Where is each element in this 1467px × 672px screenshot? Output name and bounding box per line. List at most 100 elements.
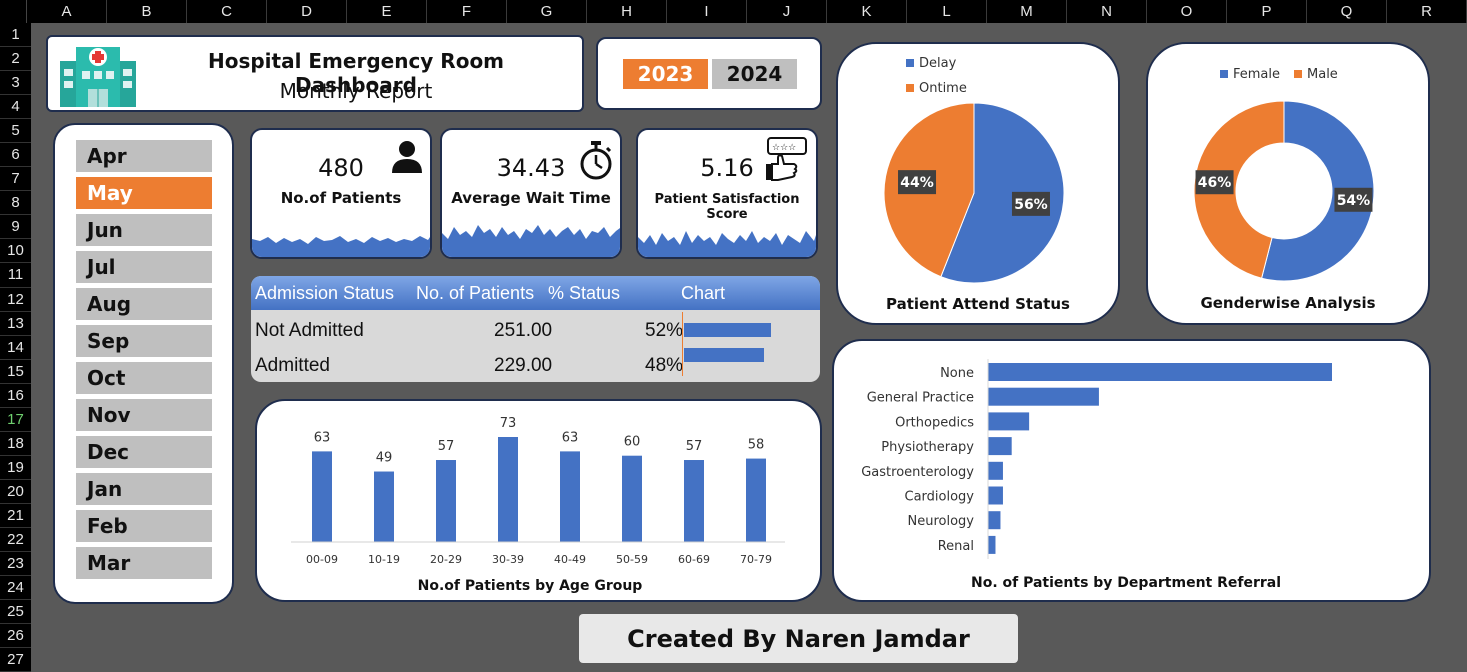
age-bar xyxy=(684,460,704,542)
month-button-dec[interactable]: Dec xyxy=(76,436,212,468)
age-bar xyxy=(436,460,456,542)
year-button-inactive[interactable]: 2024 xyxy=(712,59,797,89)
row-header-bar: 1 2 3 4 5 6 7 8 9 10 11 12 13 14 15 16 17 18 19 20 21 22 23 24 2… xyxy=(0,23,31,672)
column-header-i[interactable]: I xyxy=(667,0,747,23)
month-button-jun[interactable]: Jun xyxy=(76,214,212,246)
month-button-jul[interactable]: Jul xyxy=(76,251,212,283)
row-header-14[interactable]: 14 xyxy=(0,336,31,360)
row-header-20[interactable]: 20 xyxy=(0,480,31,504)
legend-swatch xyxy=(906,84,914,92)
attend-status-card: Delay Ontime 56% 44% Patient Attend Statu… xyxy=(836,42,1120,325)
column-header-n[interactable]: N xyxy=(1067,0,1147,23)
kpi-satisfaction-card: 5.16 Patient Satisfaction Score ☆☆☆ xyxy=(636,128,818,259)
column-header-o[interactable]: O xyxy=(1147,0,1227,23)
column-header-c[interactable]: C xyxy=(187,0,267,23)
row-header-7[interactable]: 7 xyxy=(0,167,31,192)
column-header-f[interactable]: F xyxy=(427,0,507,23)
row-header-6[interactable]: 6 xyxy=(0,143,31,168)
row-header-12[interactable]: 12 xyxy=(0,288,31,312)
row-header-11[interactable]: 11 xyxy=(0,263,31,288)
admission-table-header: Admission Status No. of Patients % Statu… xyxy=(251,276,820,310)
month-button-sep[interactable]: Sep xyxy=(76,325,212,357)
column-header-g[interactable]: G xyxy=(507,0,587,23)
year-slicer: 2023 2024 xyxy=(596,37,822,110)
row-header-16[interactable]: 16 xyxy=(0,384,31,408)
row-header-2[interactable]: 2 xyxy=(0,47,31,72)
age-category-label: 50-59 xyxy=(616,553,648,566)
row-header-13[interactable]: 13 xyxy=(0,312,31,336)
rating-hand-icon: ☆☆☆ xyxy=(766,137,807,181)
column-header-h[interactable]: H xyxy=(587,0,667,23)
chart-axis-line xyxy=(682,312,683,376)
kpi-satisfaction-sparkline xyxy=(638,231,816,257)
row-header-24[interactable]: 24 xyxy=(0,576,31,601)
dept-category-label: None xyxy=(940,366,974,381)
legend-swatch xyxy=(1294,70,1303,78)
column-header-d[interactable]: D xyxy=(267,0,347,23)
gender-chart-title: Genderwise Analysis xyxy=(1200,294,1376,312)
select-all-corner[interactable] xyxy=(0,0,27,23)
month-button-oct[interactable]: Oct xyxy=(76,362,212,394)
column-header-r[interactable]: R xyxy=(1387,0,1467,23)
row-header-18[interactable]: 18 xyxy=(0,432,31,456)
age-bar-value: 73 xyxy=(500,416,517,431)
age-bar-value: 58 xyxy=(748,438,765,453)
month-button-feb[interactable]: Feb xyxy=(76,510,212,542)
column-header-l[interactable]: L xyxy=(907,0,987,23)
column-header-e[interactable]: E xyxy=(347,0,427,23)
dept-bar xyxy=(988,437,1012,456)
age-bar-value: 60 xyxy=(624,435,641,450)
column-header-a[interactable]: A xyxy=(27,0,107,23)
row-header-3[interactable]: 3 xyxy=(0,71,31,96)
month-button-jan[interactable]: Jan xyxy=(76,473,212,505)
row-header-8[interactable]: 8 xyxy=(0,191,31,216)
column-header-p[interactable]: P xyxy=(1227,0,1307,23)
column-header-m[interactable]: M xyxy=(987,0,1067,23)
row-status: Admitted xyxy=(255,355,330,376)
month-button-may[interactable]: May xyxy=(76,177,212,209)
age-bar-value: 63 xyxy=(314,430,331,445)
pie-label: 56% xyxy=(1014,197,1048,213)
legend-item: Male xyxy=(1294,67,1338,82)
dept-bar xyxy=(988,461,1003,480)
row-header-23[interactable]: 23 xyxy=(0,552,31,577)
row-header-27[interactable]: 27 xyxy=(0,648,31,672)
column-header-bar: ABCDEFGHIJKLMNOPQR xyxy=(0,0,1467,23)
kpi-patients-card: 480 No.of Patients xyxy=(250,128,432,259)
legend-label: Ontime xyxy=(919,81,967,96)
row-header-21[interactable]: 21 xyxy=(0,504,31,528)
row-pct: 52% xyxy=(645,320,684,341)
department-referral-bar-chart: None General Practice Orthopedics Physiothe… xyxy=(861,359,1332,591)
month-button-mar[interactable]: Mar xyxy=(76,547,212,579)
month-button-nov[interactable]: Nov xyxy=(76,399,212,431)
age-group-card: 63 00-09 49 10-19 57 20-29 73 30-39 63 40-49 60 50-… xyxy=(255,399,822,602)
row-header-10[interactable]: 10 xyxy=(0,239,31,264)
row-header-17[interactable]: 17 xyxy=(0,408,31,432)
row-header-5[interactable]: 5 xyxy=(0,119,31,144)
age-group-bar-chart: 63 00-09 49 10-19 57 20-29 73 30-39 63 40-49 60 50-… xyxy=(291,416,785,594)
year-button-active[interactable]: 2023 xyxy=(623,59,708,89)
column-header-j[interactable]: J xyxy=(747,0,827,23)
column-header-q[interactable]: Q xyxy=(1307,0,1387,23)
person-icon xyxy=(392,141,422,173)
column-header-b[interactable]: B xyxy=(107,0,187,23)
row-header-4[interactable]: 4 xyxy=(0,95,31,120)
row-header-1[interactable]: 1 xyxy=(0,23,31,48)
row-header-26[interactable]: 26 xyxy=(0,624,31,649)
column-header-k[interactable]: K xyxy=(827,0,907,23)
dept-bar xyxy=(988,511,1001,530)
pie-label: 44% xyxy=(900,175,934,191)
row-share-bar xyxy=(684,348,764,362)
row-header-22[interactable]: 22 xyxy=(0,528,31,553)
row-header-9[interactable]: 9 xyxy=(0,215,31,240)
attend-pie-chart: 56% 44% xyxy=(884,103,1064,283)
gender-legend: Female Male xyxy=(1220,67,1338,82)
row-header-15[interactable]: 15 xyxy=(0,360,31,384)
month-button-aug[interactable]: Aug xyxy=(76,288,212,320)
row-header-19[interactable]: 19 xyxy=(0,456,31,480)
hospital-icon xyxy=(60,47,136,107)
title-card: Hospital Emergency Room Dashboard Monthl… xyxy=(46,35,584,112)
dept-bar xyxy=(988,535,996,554)
month-button-apr[interactable]: Apr xyxy=(76,140,212,172)
row-header-25[interactable]: 25 xyxy=(0,600,31,625)
